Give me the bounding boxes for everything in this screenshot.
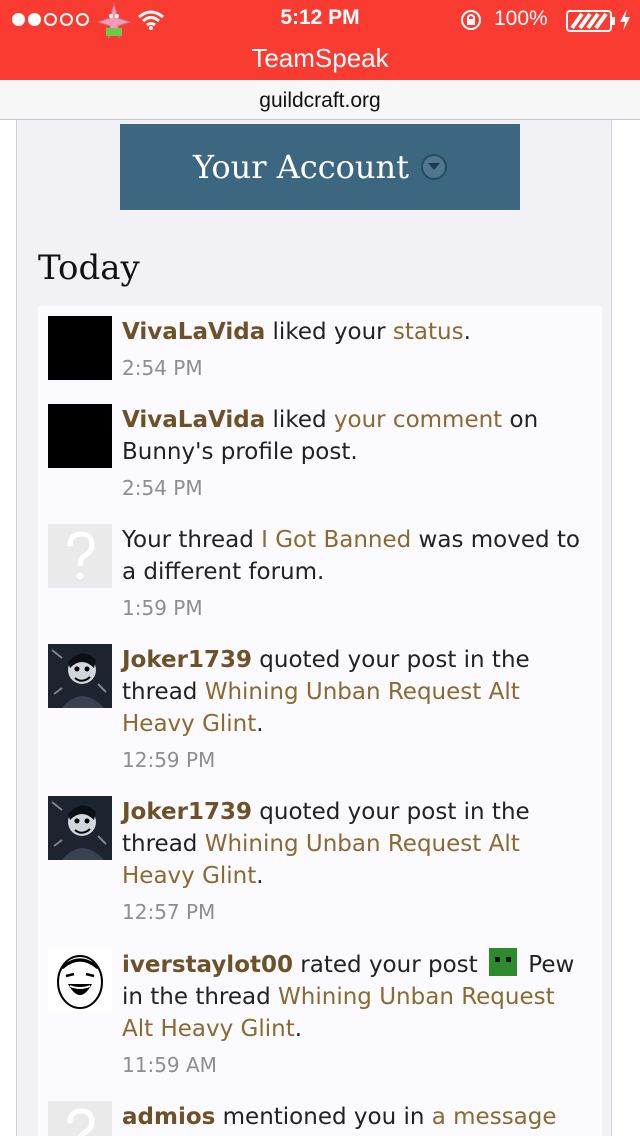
page-content: Your Account Today VivaLaVida liked your… — [0, 120, 640, 1136]
section-heading-today: Today — [38, 248, 140, 288]
your-account-label: Your Account — [193, 148, 409, 186]
notification-time: 1:59 PM — [122, 596, 203, 620]
notification-fragment: liked — [265, 407, 334, 433]
chevron-down-icon — [420, 154, 447, 180]
username-link[interactable]: iverstaylot00 — [122, 952, 293, 978]
charging-icon — [620, 9, 630, 31]
user-avatar[interactable] — [48, 1101, 112, 1136]
notification-fragment: rated your post — [293, 952, 485, 978]
username-link[interactable]: VivaLaVida — [122, 407, 265, 433]
notification-time: 11:59 AM — [122, 1053, 217, 1077]
rotation-lock-icon — [461, 10, 481, 30]
user-avatar[interactable] — [48, 316, 112, 380]
notification-text: admios mentioned you in a message on — [122, 1101, 592, 1136]
content-link[interactable]: status — [393, 319, 464, 345]
notification-item[interactable]: VivaLaVida liked your status. 2:54 PM — [38, 306, 602, 394]
notification-fragment: Your thread — [122, 527, 262, 553]
username-link[interactable]: Joker1739 — [122, 799, 252, 825]
username-link[interactable]: VivaLaVida — [122, 319, 265, 345]
notification-item[interactable]: iverstaylot00 rated your post Pew in the… — [38, 938, 602, 1091]
notification-text: Joker1739 quoted your post in the thread… — [122, 644, 592, 740]
notification-item[interactable]: Joker1739 quoted your post in the thread… — [38, 786, 602, 938]
username-link[interactable]: Joker1739 — [122, 647, 252, 673]
notification-time: 2:54 PM — [122, 356, 203, 380]
your-account-button[interactable]: Your Account — [120, 124, 520, 210]
notification-text: VivaLaVida liked your status. — [122, 316, 592, 348]
notification-text: Your thread I Got Banned was moved to a … — [122, 524, 592, 588]
notification-fragment: . — [463, 319, 471, 345]
username-link[interactable]: admios — [122, 1104, 215, 1130]
notification-item[interactable]: Joker1739 quoted your post in the thread… — [38, 634, 602, 786]
user-avatar[interactable] — [48, 796, 112, 860]
url-text: guildcraft.org — [259, 89, 381, 112]
notification-fragment: . — [256, 711, 264, 737]
notification-item[interactable]: Your thread I Got Banned was moved to a … — [38, 514, 602, 634]
user-avatar[interactable] — [48, 948, 112, 1012]
notification-text: iverstaylot00 rated your post Pew in the… — [122, 948, 592, 1045]
notification-item[interactable]: admios mentioned you in a message on — [38, 1091, 602, 1136]
notification-text: Joker1739 quoted your post in the thread… — [122, 796, 592, 892]
content-link[interactable]: your comment — [334, 407, 502, 433]
notification-item[interactable]: VivaLaVida liked your comment on Bunny's… — [38, 394, 602, 514]
notification-time: 12:59 PM — [122, 748, 216, 772]
notification-fragment: mentioned you in — [215, 1104, 432, 1130]
notification-text: VivaLaVida liked your comment on Bunny's… — [122, 404, 592, 468]
content-link[interactable]: a message — [432, 1104, 557, 1130]
user-avatar[interactable] — [48, 404, 112, 468]
notification-time: 12:57 PM — [122, 900, 216, 924]
address-bar[interactable]: guildcraft.org — [0, 80, 640, 120]
battery-percent: 100% — [494, 7, 548, 30]
app-title: TeamSpeak — [251, 43, 389, 73]
battery-icon — [566, 10, 615, 32]
content-link[interactable]: I Got Banned — [261, 527, 411, 553]
user-avatar[interactable] — [48, 524, 112, 588]
notification-fragment: . — [256, 863, 264, 889]
user-avatar[interactable] — [48, 644, 112, 708]
notification-fragment: liked your — [265, 319, 393, 345]
notification-fragment: . — [294, 1016, 303, 1042]
status-bar: 5:12 PM 100% TeamSpeak — [0, 0, 640, 80]
pew-rating-icon — [488, 948, 517, 976]
notification-list: VivaLaVida liked your status. 2:54 PM Viva… — [38, 306, 602, 1136]
notification-time: 2:54 PM — [122, 476, 203, 500]
